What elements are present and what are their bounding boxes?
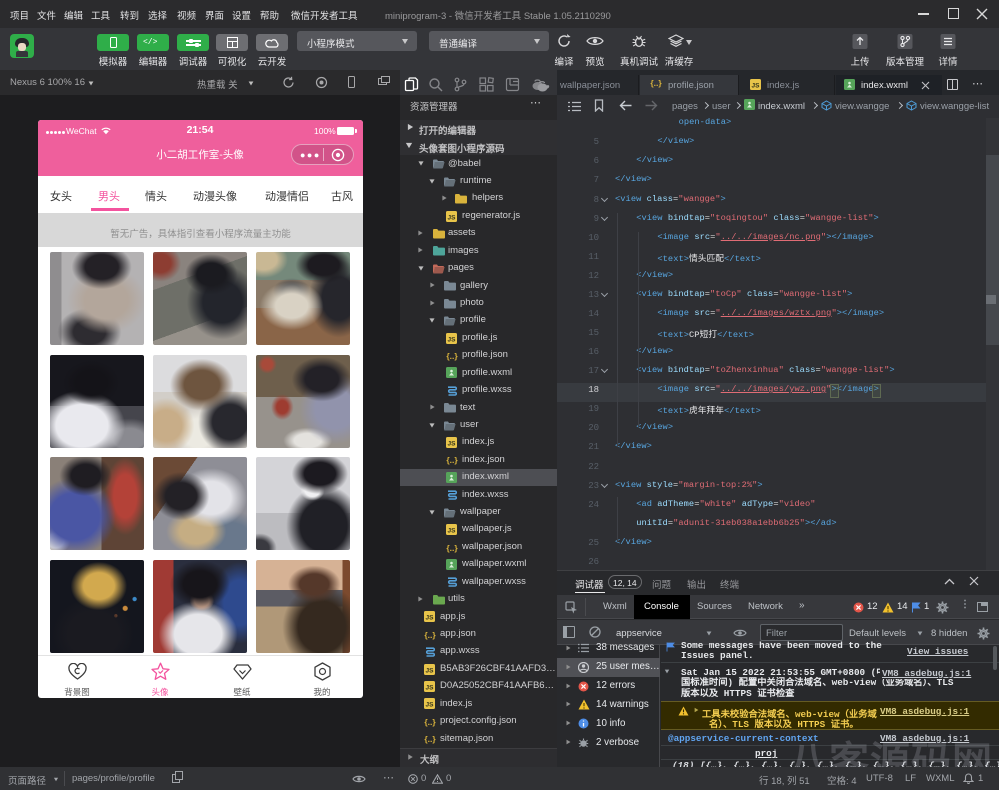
svg-text:{..}: {..} (424, 629, 436, 639)
svg-text:JS: JS (448, 336, 457, 343)
svg-text:JS: JS (448, 214, 457, 221)
svg-text:JS: JS (426, 684, 435, 691)
svg-text:{..}: {..} (650, 78, 662, 88)
svg-text:{..}: {..} (446, 351, 458, 361)
svg-text:JS: JS (426, 615, 435, 622)
svg-text:JS: JS (426, 702, 435, 709)
svg-text:JS: JS (448, 528, 457, 535)
svg-text:JS: JS (426, 667, 435, 674)
svg-text:{..}: {..} (424, 734, 436, 744)
svg-text:{..}: {..} (424, 716, 436, 726)
svg-text:JS: JS (448, 441, 457, 448)
svg-text:JS: JS (752, 83, 761, 90)
svg-text:{..}: {..} (446, 542, 458, 552)
svg-text:{..}: {..} (446, 455, 458, 465)
